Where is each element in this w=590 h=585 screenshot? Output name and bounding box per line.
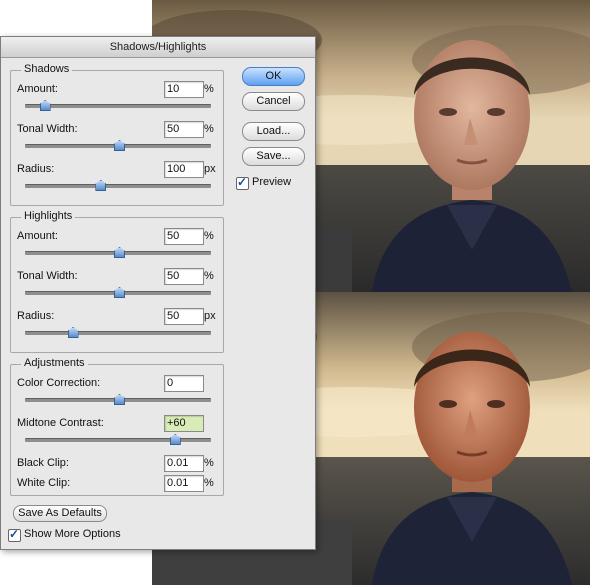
shadows-amount-slider[interactable] <box>25 100 211 111</box>
highlights-amount-thumb[interactable] <box>114 247 125 258</box>
highlights-group: Highlights Amount: 50 % Tonal Width: 50 … <box>10 210 224 353</box>
shadows-tonal-width-input[interactable]: 50 <box>164 121 204 138</box>
shadows-highlights-dialog: Shadows/Highlights Shadows Amount: 10 % … <box>0 36 316 550</box>
save-as-defaults-button[interactable]: Save As Defaults <box>13 505 107 522</box>
show-more-options-label: Show More Options <box>24 528 121 540</box>
shadows-radius-slider[interactable] <box>25 180 211 191</box>
show-more-options-checkbox[interactable]: ✓ <box>8 527 21 542</box>
checkmark-icon: ✓ <box>9 527 20 541</box>
ok-button[interactable]: OK <box>242 67 305 86</box>
adjustments-group-title: Adjustments <box>21 357 88 369</box>
highlights-tonal-width-slider[interactable] <box>25 287 211 298</box>
shadows-tonal-width-unit: % <box>204 123 214 135</box>
highlights-radius-input[interactable]: 50 <box>164 308 204 325</box>
highlights-amount-slider[interactable] <box>25 247 211 258</box>
shadows-amount-input[interactable]: 10 <box>164 81 204 98</box>
shadows-radius-thumb[interactable] <box>95 180 107 191</box>
white-clip-label: White Clip: <box>17 477 71 489</box>
shadows-group: Shadows Amount: 10 % Tonal Width: 50 % R… <box>10 63 224 206</box>
checkmark-icon: ✓ <box>237 175 248 189</box>
highlights-tonal-width-label: Tonal Width: <box>17 270 78 282</box>
highlights-tonal-width-thumb[interactable] <box>114 287 125 298</box>
black-clip-unit: % <box>204 457 214 469</box>
highlights-amount-unit: % <box>204 230 214 242</box>
preview-label: Preview <box>252 176 292 188</box>
shadows-radius-input[interactable]: 100 <box>164 161 204 178</box>
cancel-button[interactable]: Cancel <box>242 92 305 111</box>
highlights-radius-slider[interactable] <box>25 327 211 338</box>
color-correction-slider[interactable] <box>25 394 211 405</box>
midtone-contrast-slider[interactable] <box>25 434 211 445</box>
shadows-tonal-width-thumb[interactable] <box>114 140 125 151</box>
color-correction-thumb[interactable] <box>114 394 125 405</box>
shadows-group-title: Shadows <box>21 63 73 75</box>
highlights-tonal-width-unit: % <box>204 270 214 282</box>
color-correction-input[interactable]: 0 <box>164 375 204 392</box>
save-button[interactable]: Save... <box>242 147 305 166</box>
midtone-contrast-input[interactable]: +60 <box>164 415 204 432</box>
highlights-amount-input[interactable]: 50 <box>164 228 204 245</box>
color-correction-label: Color Correction: <box>17 377 101 389</box>
highlights-amount-label: Amount: <box>17 230 58 242</box>
black-clip-label: Black Clip: <box>17 457 69 469</box>
midtone-contrast-thumb[interactable] <box>169 434 181 445</box>
shadows-radius-label: Radius: <box>17 163 55 175</box>
shadows-tonal-width-label: Tonal Width: <box>17 123 78 135</box>
shadows-amount-unit: % <box>204 83 214 95</box>
shadows-radius-unit: px <box>204 163 216 175</box>
shadows-amount-label: Amount: <box>17 83 58 95</box>
load-button[interactable]: Load... <box>242 122 305 141</box>
highlights-radius-thumb[interactable] <box>67 327 79 338</box>
black-clip-input[interactable]: 0.01 <box>164 455 204 472</box>
dialog-title: Shadows/Highlights <box>1 37 315 58</box>
highlights-radius-unit: px <box>204 310 216 322</box>
preview-checkbox[interactable]: ✓ <box>236 175 249 190</box>
adjustments-group: Adjustments Color Correction: 0 Midtone … <box>10 357 224 496</box>
midtone-contrast-label: Midtone Contrast: <box>17 417 104 429</box>
white-clip-unit: % <box>204 477 214 489</box>
shadows-tonal-width-slider[interactable] <box>25 140 211 151</box>
highlights-group-title: Highlights <box>21 210 76 222</box>
shadows-amount-thumb[interactable] <box>39 100 51 111</box>
white-clip-input[interactable]: 0.01 <box>164 475 204 492</box>
highlights-tonal-width-input[interactable]: 50 <box>164 268 204 285</box>
highlights-radius-label: Radius: <box>17 310 55 322</box>
